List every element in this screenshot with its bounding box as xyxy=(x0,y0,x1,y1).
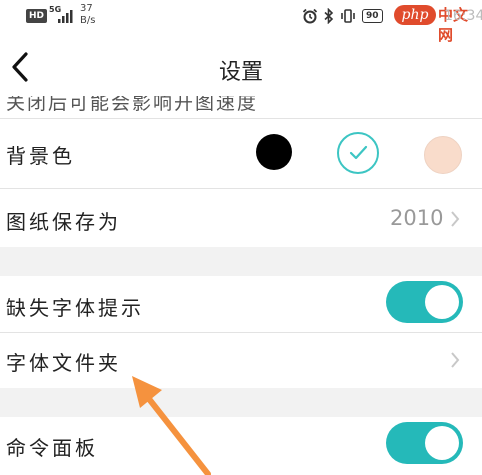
toggle-knob xyxy=(425,285,459,319)
speed-unit: B/s xyxy=(80,15,96,26)
speed-value: 37 xyxy=(80,3,93,14)
clock: 16:34 xyxy=(444,8,482,24)
save-drawing-as-value: 2010 xyxy=(390,206,444,230)
missing-font-hint-toggle[interactable] xyxy=(386,281,463,323)
header: 设置 xyxy=(0,40,482,96)
vibrate-icon xyxy=(341,9,355,23)
clipped-setting-label: 关闭后可能会影响开图速度 xyxy=(6,96,259,114)
background-color-label: 背景色 xyxy=(6,144,75,168)
annotation-arrow-icon xyxy=(132,376,211,475)
signal-icon xyxy=(58,10,73,23)
alarm-icon xyxy=(302,8,318,24)
watermark-logo: php xyxy=(394,5,436,25)
color-swatch-peach[interactable] xyxy=(424,136,462,174)
save-drawing-as-label: 图纸保存为 xyxy=(6,210,121,234)
command-panel-label: 命令面板 xyxy=(6,436,98,460)
page-title: 设置 xyxy=(218,60,263,85)
font-folder-label: 字体文件夹 xyxy=(6,351,121,375)
color-swatch-black[interactable] xyxy=(256,134,292,170)
missing-font-hint-label: 缺失字体提示 xyxy=(6,296,144,320)
section-gap xyxy=(0,388,482,417)
hd-badge: HD xyxy=(26,9,48,23)
font-folder-row[interactable]: 字体文件夹 xyxy=(0,333,482,388)
clipped-setting-row: 关闭后可能会影响开图速度 xyxy=(0,96,482,118)
status-icons: 90 xyxy=(302,8,383,24)
chevron-right-icon xyxy=(451,352,460,368)
chevron-right-icon xyxy=(451,211,460,227)
section-gap xyxy=(0,247,482,276)
command-panel-toggle[interactable] xyxy=(386,422,463,464)
battery-icon: 90 xyxy=(362,9,383,23)
bluetooth-icon xyxy=(324,8,334,24)
status-bar: HD 5G 37 B/s 90 php 中文网 16:34 xyxy=(0,0,482,44)
network-speed: 37 B/s xyxy=(80,3,95,27)
check-icon xyxy=(349,145,368,160)
save-drawing-as-row[interactable]: 图纸保存为 2010 xyxy=(0,189,482,247)
background-color-row: 背景色 xyxy=(0,119,482,187)
toggle-knob xyxy=(425,426,459,460)
color-swatch-white-selected[interactable] xyxy=(337,132,379,174)
